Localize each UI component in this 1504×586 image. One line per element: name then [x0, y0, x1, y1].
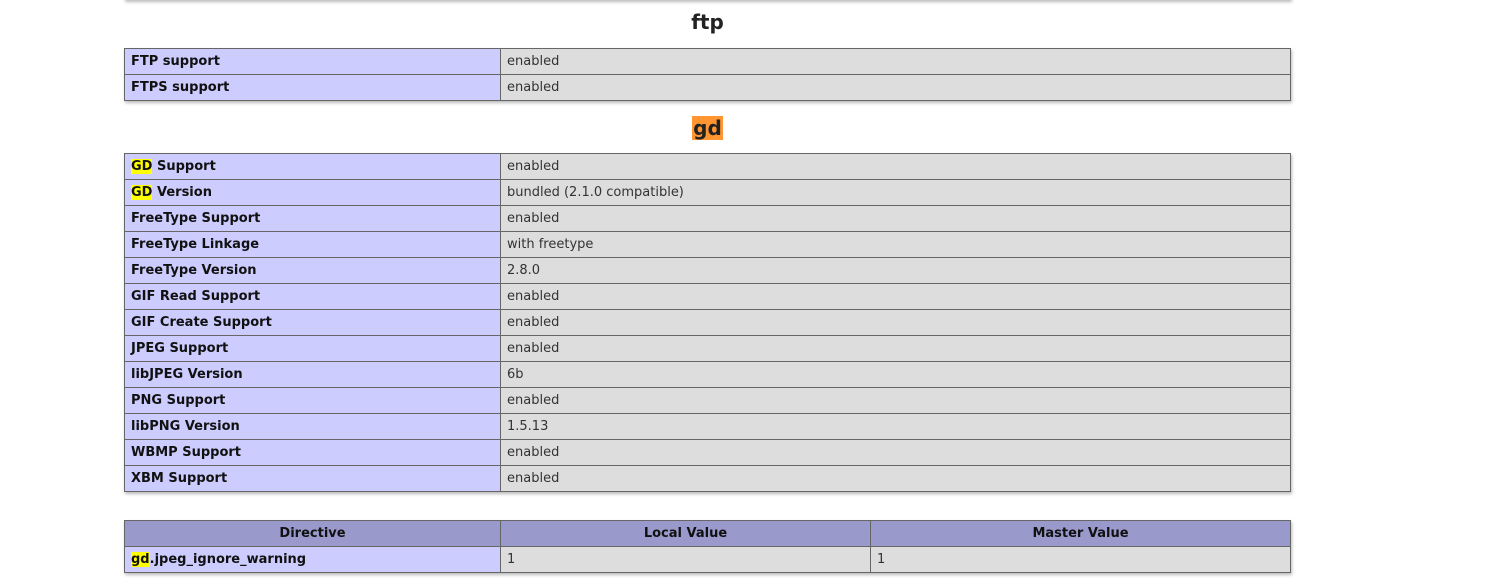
row-value: enabled: [500, 387, 1291, 414]
search-highlight: GD: [131, 159, 153, 174]
row-value: enabled: [500, 153, 1291, 180]
master-value: 1: [870, 546, 1291, 573]
row-key: GD Version: [124, 179, 501, 206]
table-row: JPEG Support enabled: [124, 335, 1291, 362]
table-row: GIF Create Support enabled: [124, 309, 1291, 336]
section-title-ftp-text: ftp: [691, 10, 724, 34]
directive-name-text: .jpeg_ignore_warning: [149, 552, 307, 567]
row-key: WBMP Support: [124, 439, 501, 466]
row-key-text: Support: [152, 159, 216, 174]
table-row: GD Version bundled (2.1.0 compatible): [124, 179, 1291, 206]
row-value: enabled: [500, 205, 1291, 232]
table-row: WBMP Support enabled: [124, 439, 1291, 466]
search-highlight: GD: [131, 185, 153, 200]
section-title-ftp: ftp: [124, 8, 1291, 36]
directive-name: gd.jpeg_ignore_warning: [124, 546, 501, 573]
row-key: GIF Create Support: [124, 309, 501, 336]
gd-directives-table: Directive Local Value Master Value gd.jp…: [124, 520, 1291, 573]
table-row: GIF Read Support enabled: [124, 283, 1291, 310]
row-key: libPNG Version: [124, 413, 501, 440]
table-row: FreeType Version 2.8.0: [124, 257, 1291, 284]
table-row: gd.jpeg_ignore_warning 1 1: [124, 546, 1291, 573]
row-value: enabled: [500, 309, 1291, 336]
row-value: enabled: [500, 74, 1291, 101]
row-value: enabled: [500, 283, 1291, 310]
row-key: libJPEG Version: [124, 361, 501, 388]
table-row: FreeType Support enabled: [124, 205, 1291, 232]
section-title-gd-text: gd: [692, 116, 723, 140]
row-value: enabled: [500, 439, 1291, 466]
row-key: GIF Read Support: [124, 283, 501, 310]
table-row: FTP support enabled: [124, 48, 1291, 75]
row-value: enabled: [500, 465, 1291, 492]
table-row: XBM Support enabled: [124, 465, 1291, 492]
row-value: bundled (2.1.0 compatible): [500, 179, 1291, 206]
table-header-row: Directive Local Value Master Value: [124, 520, 1291, 547]
row-key-text: Version: [152, 185, 212, 200]
row-value: 2.8.0: [500, 257, 1291, 284]
row-key: FreeType Linkage: [124, 231, 501, 258]
phpinfo-page: ftp FTP support enabled FTPS support ena…: [0, 0, 1504, 586]
row-value: enabled: [500, 48, 1291, 75]
ftp-info-table: FTP support enabled FTPS support enabled: [124, 48, 1291, 101]
section-title-gd: gd: [124, 114, 1291, 142]
table-row: FreeType Linkage with freetype: [124, 231, 1291, 258]
row-key: PNG Support: [124, 387, 501, 414]
column-header-master-value: Master Value: [870, 520, 1291, 547]
row-value: enabled: [500, 335, 1291, 362]
column-header-local-value: Local Value: [500, 520, 871, 547]
row-key: FTP support: [124, 48, 501, 75]
table-row: libPNG Version 1.5.13: [124, 413, 1291, 440]
row-value: 1.5.13: [500, 413, 1291, 440]
row-key: XBM Support: [124, 465, 501, 492]
row-key: GD Support: [124, 153, 501, 180]
row-value: with freetype: [500, 231, 1291, 258]
table-row: FTPS support enabled: [124, 74, 1291, 101]
table-row: libJPEG Version 6b: [124, 361, 1291, 388]
column-header-directive: Directive: [124, 520, 501, 547]
local-value: 1: [500, 546, 871, 573]
table-row: GD Support enabled: [124, 153, 1291, 180]
row-key: FTPS support: [124, 74, 501, 101]
row-key: FreeType Support: [124, 205, 501, 232]
row-key: FreeType Version: [124, 257, 501, 284]
row-value: 6b: [500, 361, 1291, 388]
row-key: JPEG Support: [124, 335, 501, 362]
gd-info-table: GD Support enabled GD Version bundled (2…: [124, 153, 1291, 492]
table-row: PNG Support enabled: [124, 387, 1291, 414]
search-highlight: gd: [131, 552, 150, 567]
